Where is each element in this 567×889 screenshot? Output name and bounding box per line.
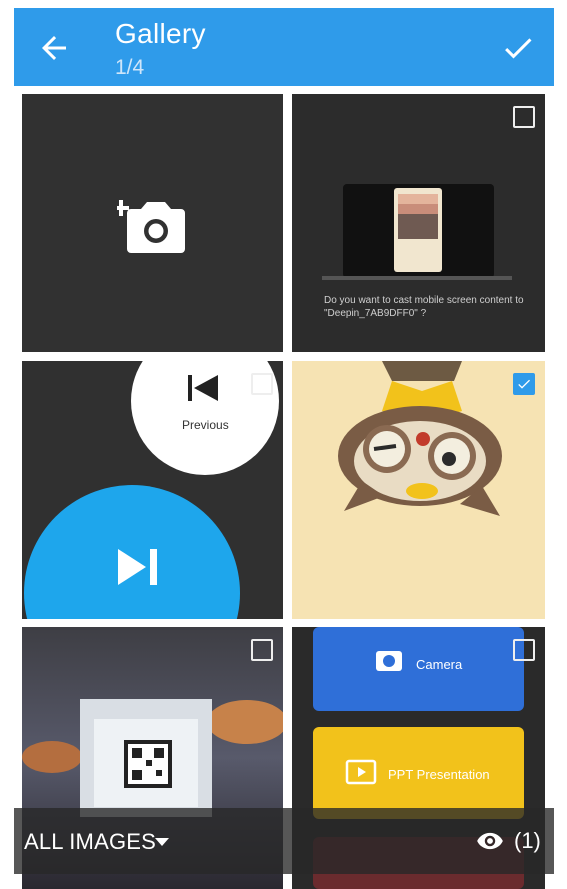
- image-tile[interactable]: Previous: [22, 361, 283, 619]
- image-text: Previous: [182, 418, 229, 432]
- take-photo-tile[interactable]: [22, 94, 283, 352]
- image-tile[interactable]: Do you want to cast mobile screen conten…: [292, 94, 545, 352]
- select-checkbox[interactable]: [513, 639, 535, 661]
- select-checkbox[interactable]: [251, 373, 273, 395]
- chevron-down-icon[interactable]: [155, 838, 169, 846]
- image-thumbnail: [338, 361, 502, 516]
- image-caption: Do you want to cast mobile screen conten…: [324, 295, 524, 319]
- add-photo-icon: [117, 200, 185, 253]
- image-text: PPT Presentation: [388, 767, 490, 782]
- bottom-bar: ALL IMAGES (1): [14, 808, 554, 874]
- select-checkbox[interactable]: [513, 106, 535, 128]
- eye-icon[interactable]: [474, 827, 506, 855]
- image-text: Camera: [416, 657, 463, 672]
- image-thumbnail: [24, 361, 279, 619]
- image-grid: Do you want to cast mobile screen conten…: [0, 0, 567, 889]
- preview-count[interactable]: (1): [514, 828, 541, 854]
- image-tile[interactable]: [292, 361, 545, 619]
- check-icon: [518, 379, 530, 389]
- select-checkbox[interactable]: [251, 639, 273, 661]
- album-selector[interactable]: ALL IMAGES: [24, 829, 156, 855]
- select-checkbox[interactable]: [513, 373, 535, 395]
